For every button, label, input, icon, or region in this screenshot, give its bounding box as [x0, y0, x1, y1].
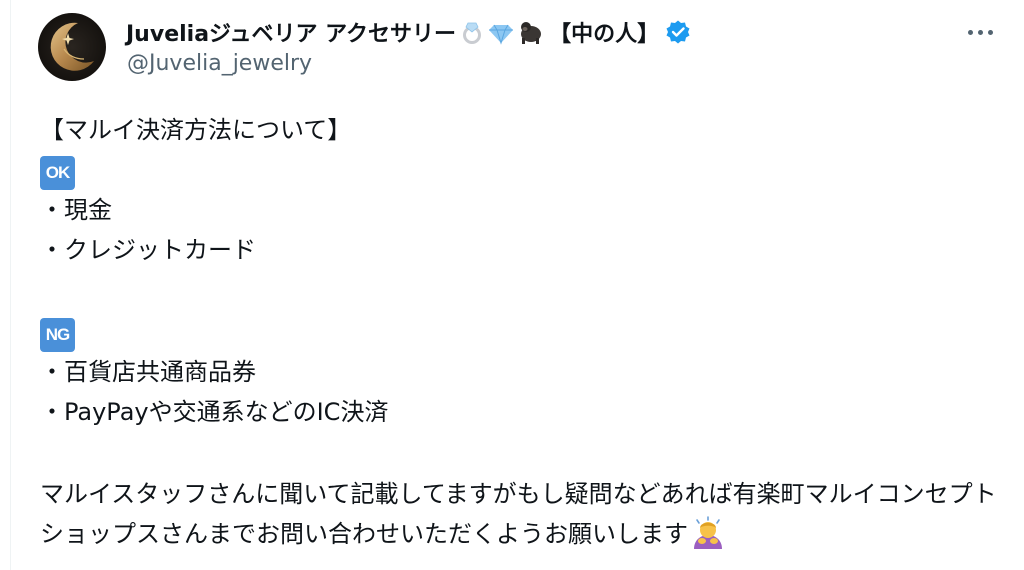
ok-item: ・現金	[40, 196, 112, 224]
ring-icon	[463, 22, 482, 44]
ng-badge-row: NG	[40, 312, 1005, 352]
tweet-paragraph-text: マルイスタッフさんに聞いて記載してますがもし疑問などあれば有楽町マルイコンセプト…	[40, 480, 997, 548]
more-options-icon[interactable]	[966, 20, 996, 44]
verified-badge-icon[interactable]	[665, 19, 691, 45]
ng-item: ・百貨店共通商品券	[40, 358, 256, 386]
author-name[interactable]: Juveliaジュベリア アクセサリー	[126, 16, 456, 48]
author-handle[interactable]: @Juvelia_jewelry	[127, 51, 312, 76]
ng-badge-icon: NG	[40, 318, 75, 352]
tweet-paragraph: マルイスタッフさんに聞いて記載してますがもし疑問などあれば有楽町マルイコンセプト…	[40, 474, 1005, 554]
ng-item: ・PayPayや交通系などのIC決済	[40, 398, 389, 426]
crescent-moon-logo-icon	[50, 22, 94, 71]
author-name-row[interactable]: Juveliaジュベリア アクセサリー 【中の人】	[126, 16, 691, 48]
tweet-title: 【マルイ決済方法について】	[40, 116, 352, 144]
ok-badge-icon: OK	[40, 156, 75, 190]
tweet-body: 【マルイ決済方法について】 OK ・現金 ・クレジットカード NG ・百貨店共通…	[40, 110, 1005, 554]
ok-item: ・クレジットカード	[40, 236, 256, 264]
author-name-suffix[interactable]: 【中の人】	[549, 16, 659, 48]
avatar[interactable]	[38, 13, 106, 81]
ok-badge-row: OK	[40, 150, 1005, 190]
gorilla-icon	[521, 22, 542, 44]
gem-icon	[489, 24, 514, 45]
tweet-card: Juveliaジュベリア アクセサリー 【中の人】 @Juvelia_jewel…	[0, 0, 1024, 570]
person-bowing-icon	[694, 516, 722, 549]
